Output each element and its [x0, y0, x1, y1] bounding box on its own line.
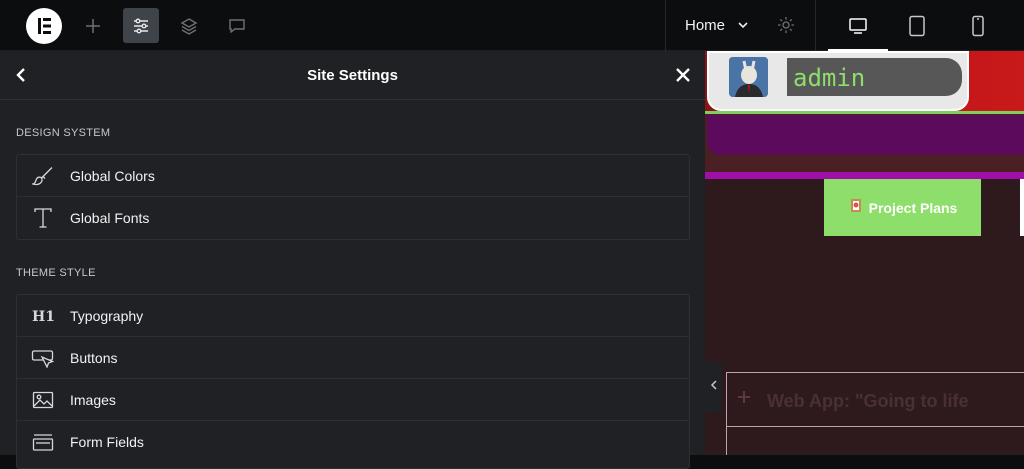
section-title-theme-style: THEME STYLE — [16, 267, 96, 279]
site-settings-panel: Site Settings DESIGN SYSTEM Global Color… — [0, 51, 705, 469]
gear-icon[interactable] — [776, 15, 796, 40]
list-item[interactable]: Web App: "Going to life — [727, 373, 1024, 427]
menu-item-label: Buttons — [70, 350, 118, 366]
top-bar: Home — [0, 0, 1024, 51]
purple-bar — [707, 115, 1024, 155]
site-settings-sliders-icon[interactable] — [123, 8, 159, 43]
collapse-panel-button[interactable] — [705, 362, 722, 412]
menu-item-buttons[interactable]: Buttons — [17, 337, 689, 379]
project-plans-button[interactable]: Project Plans — [824, 179, 981, 236]
layers-icon[interactable] — [171, 8, 207, 43]
brush-icon — [31, 165, 55, 187]
list-box: Web App: "Going to life — [726, 372, 1024, 455]
project-plans-label: Project Plans — [868, 199, 958, 216]
menu-item-typography[interactable]: H1 Typography — [17, 295, 689, 337]
elementor-logo-icon[interactable] — [26, 8, 62, 44]
font-t-icon — [31, 207, 55, 229]
mobile-view-icon[interactable] — [948, 0, 1008, 51]
page-selector[interactable]: Home — [665, 0, 816, 51]
page-selector-label[interactable]: Home — [685, 17, 725, 34]
menu-item-images[interactable]: Images — [17, 379, 689, 421]
menu-item-label: Form Fields — [70, 434, 144, 450]
section-title-design-system: DESIGN SYSTEM — [16, 127, 111, 139]
list-item-text: Web App: "Going to life — [767, 391, 969, 411]
button-cursor-icon — [31, 347, 55, 369]
preview-canvas[interactable]: admin Project Plans Web App: "Going to l… — [705, 51, 1024, 455]
chevron-down-icon — [737, 18, 749, 36]
clipboard-emoji-icon — [848, 197, 864, 218]
menu-item-label: Images — [70, 392, 116, 408]
form-fields-icon — [31, 431, 55, 453]
avatar[interactable] — [729, 57, 768, 97]
desktop-view-icon[interactable] — [828, 0, 888, 51]
menu-item-label: Global Colors — [70, 168, 155, 184]
menu-item-label: Typography — [70, 308, 144, 324]
panel-title: Site Settings — [307, 67, 398, 84]
close-icon[interactable] — [674, 66, 692, 89]
tablet-view-icon[interactable] — [887, 0, 947, 51]
plus-icon — [735, 388, 753, 411]
username-field[interactable]: admin — [787, 58, 962, 96]
h1-icon: H1 — [31, 305, 55, 327]
chevron-left-icon — [710, 378, 718, 396]
username-text: admin — [793, 64, 866, 92]
menu-item-global-colors[interactable]: Global Colors — [17, 155, 689, 197]
add-element-icon[interactable] — [75, 8, 111, 43]
next-button-edge[interactable] — [1020, 179, 1024, 236]
svg-text:H1: H1 — [32, 309, 55, 325]
panel-header: Site Settings — [0, 51, 705, 100]
magenta-line — [705, 172, 1024, 179]
menu-item-global-fonts[interactable]: Global Fonts — [17, 197, 689, 239]
menu-item-label: Global Fonts — [70, 210, 150, 226]
design-system-group: Global Colors Global Fonts — [16, 154, 690, 240]
theme-style-group: H1 Typography Buttons Images Form Fields — [16, 294, 690, 469]
menu-item-form-fields[interactable]: Form Fields — [17, 421, 689, 463]
image-icon — [31, 389, 55, 411]
comments-icon[interactable] — [219, 8, 255, 43]
